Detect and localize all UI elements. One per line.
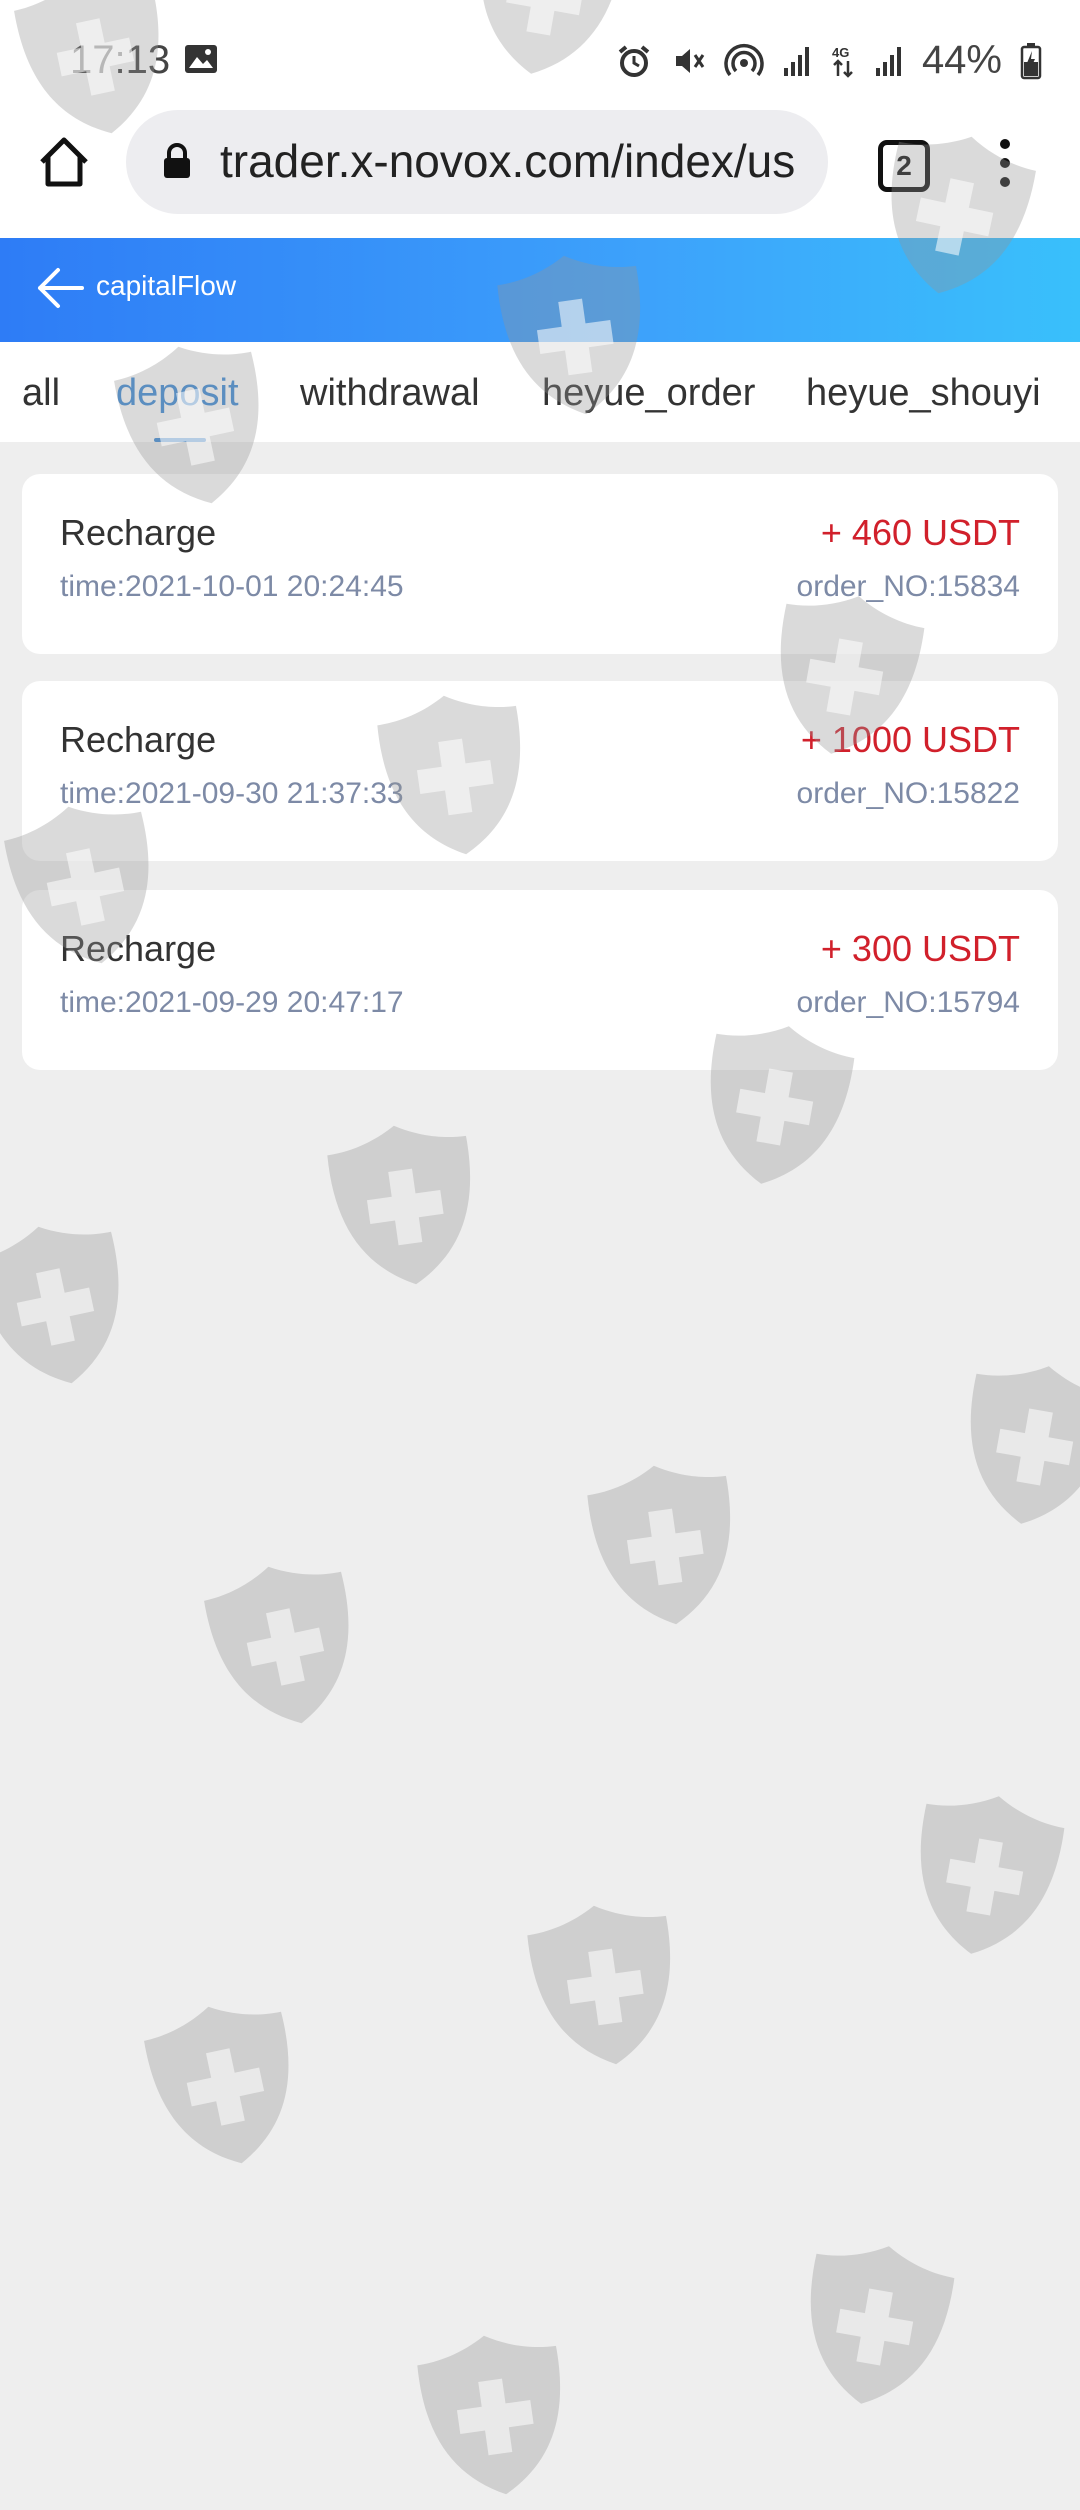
- record-amount: + 300 USDT: [820, 928, 1020, 969]
- watermark-shield-icon: [970, 1366, 1080, 1524]
- list-item[interactable]: Recharge time:2021-09-30 21:37:33 + 1000…: [22, 681, 1058, 861]
- record-time: time:2021-10-01 20:24:45: [60, 570, 404, 603]
- record-amount: + 460 USDT: [820, 512, 1020, 553]
- home-icon[interactable]: [34, 132, 94, 192]
- list-item[interactable]: Recharge time:2021-10-01 20:24:45 + 460 …: [22, 474, 1058, 654]
- 4g-icon: 4G: [832, 45, 853, 78]
- active-tab-indicator: [154, 438, 206, 442]
- watermark-shield-icon: [810, 2246, 955, 2404]
- record-order-number: order_NO:15794: [796, 986, 1020, 1019]
- mute-icon: [675, 48, 705, 73]
- watermark-shield-icon: [204, 1566, 349, 1724]
- status-time: 17:13: [70, 38, 171, 82]
- record-title: Recharge: [60, 512, 217, 553]
- lock-icon: [164, 143, 190, 178]
- list-item[interactable]: Recharge time:2021-09-29 20:47:17 + 300 …: [22, 890, 1058, 1070]
- signal-icon: [783, 46, 809, 76]
- record-time: time:2021-09-30 21:37:33: [60, 777, 404, 810]
- tab-heyue-shouyi[interactable]: heyue_shouyi: [806, 372, 1041, 415]
- battery-icon: [1020, 42, 1042, 79]
- tab-deposit[interactable]: deposit: [116, 372, 239, 415]
- battery-percent: 44%: [921, 38, 1002, 82]
- signal-icon: [875, 46, 901, 76]
- watermark-shield-icon: [0, 1226, 119, 1384]
- record-time: time:2021-09-29 20:47:17: [60, 986, 404, 1019]
- tab-withdrawal[interactable]: withdrawal: [300, 372, 480, 415]
- app-header: capitalFlow: [0, 238, 1080, 342]
- filter-tabs: all deposit withdrawal heyue_order heyue…: [0, 342, 1080, 442]
- watermark-shield-icon: [527, 1905, 671, 2065]
- tab-switcher-button[interactable]: 2: [878, 140, 930, 192]
- tab-all[interactable]: all: [22, 372, 60, 415]
- hotspot-icon: [724, 43, 764, 76]
- watermark-shield-icon: [587, 1465, 731, 1625]
- status-icons: 4G 44%: [616, 38, 1042, 83]
- status-bar: 17:13 4G 44%: [0, 0, 1080, 110]
- record-order-number: order_NO:15822: [796, 777, 1020, 810]
- record-title: Recharge: [60, 928, 217, 969]
- address-bar[interactable]: trader.x-novox.com/index/us: [126, 110, 828, 214]
- url-text: trader.x-novox.com/index/us: [220, 135, 796, 187]
- tab-heyue-order[interactable]: heyue_order: [542, 372, 755, 415]
- record-amount: + 1000 USDT: [800, 719, 1020, 760]
- watermark-shield-icon: [327, 1125, 471, 1285]
- watermark-shield-icon: [144, 2006, 289, 2164]
- record-title: Recharge: [60, 719, 217, 760]
- alarm-icon: [618, 44, 650, 77]
- record-order-number: order_NO:15834: [796, 570, 1020, 603]
- more-menu-icon[interactable]: [996, 138, 1014, 188]
- watermark-shield-icon: [417, 2335, 561, 2495]
- watermark-shield-icon: [920, 1796, 1065, 1954]
- back-arrow-icon[interactable]: [32, 260, 88, 316]
- page-title: capitalFlow: [96, 270, 237, 301]
- gallery-icon: [185, 45, 217, 73]
- svg-text:4G: 4G: [832, 45, 849, 60]
- browser-toolbar: trader.x-novox.com/index/us 2: [0, 110, 1080, 240]
